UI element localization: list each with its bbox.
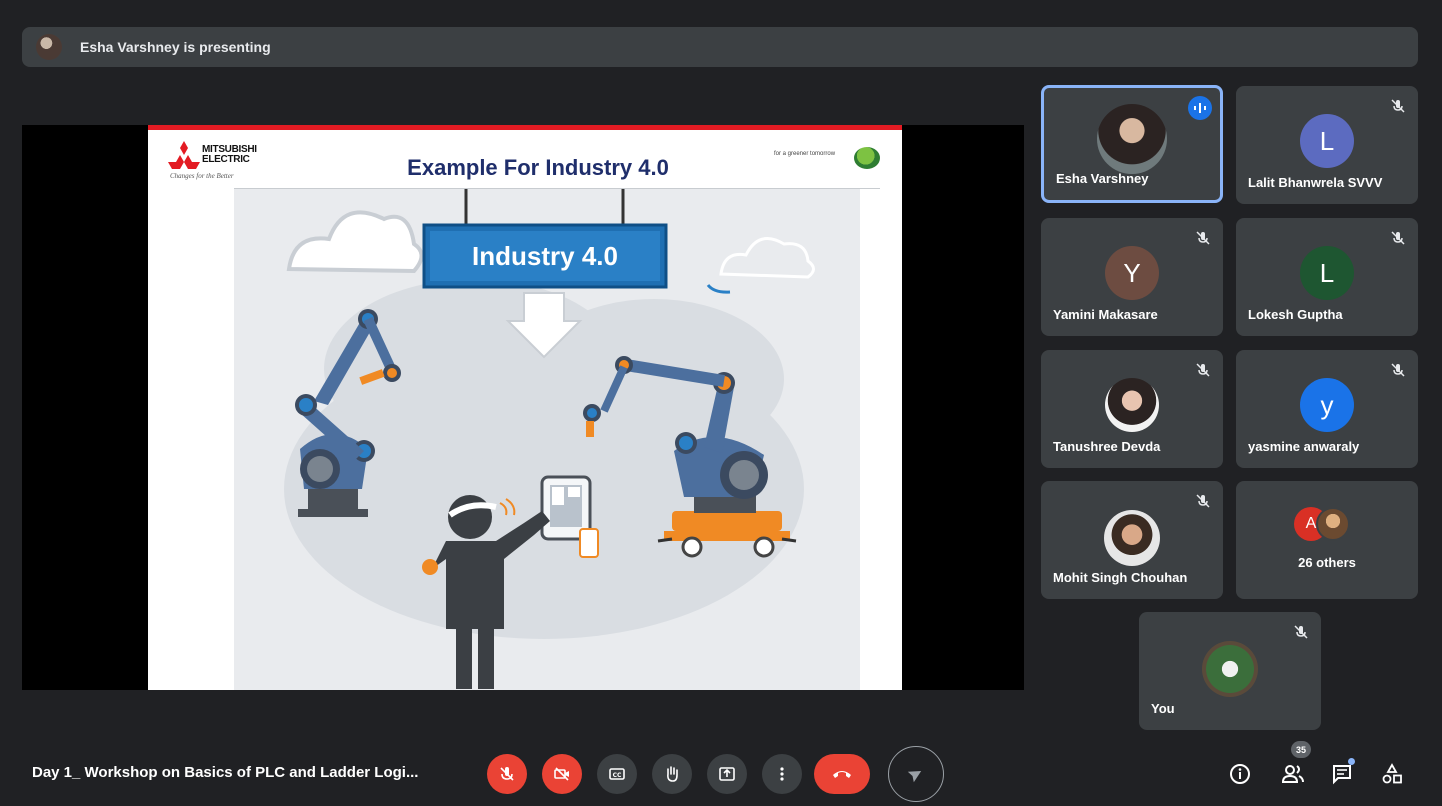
participant-tile-others[interactable]: A 26 others xyxy=(1236,481,1418,599)
send-icon xyxy=(907,771,922,783)
info-button[interactable] xyxy=(1226,760,1254,788)
mitsubishi-diamonds-icon xyxy=(168,141,200,169)
others-count-label: 26 others xyxy=(1298,555,1356,570)
industry-banner-label: Industry 4.0 xyxy=(472,241,618,271)
participant-name: Yamini Makasare xyxy=(1053,307,1158,322)
mic-off-icon xyxy=(1391,231,1405,245)
avatar xyxy=(1316,507,1350,541)
avatar xyxy=(1097,104,1167,174)
logo-text-line2: ELECTRIC xyxy=(202,154,250,165)
bottom-control-bar: Day 1_ Workshop on Basics of PLC and Lad… xyxy=(0,740,1442,806)
chat-notification-dot xyxy=(1348,758,1355,765)
participant-count-badge: 35 xyxy=(1291,741,1311,758)
avatar: y xyxy=(1300,378,1354,432)
participant-tile-esha-varshney[interactable]: Esha Varshney xyxy=(1041,85,1223,203)
participant-tile-yasmine-anwaraly[interactable]: y yasmine anwaraly xyxy=(1236,350,1418,468)
more-vert-icon xyxy=(780,767,784,781)
eco-badge-icon xyxy=(854,147,880,169)
phone-hangup-icon xyxy=(833,771,851,778)
slide-title: Example For Industry 4.0 xyxy=(407,155,669,180)
hangup-button[interactable] xyxy=(814,754,870,794)
greener-tagline: for a greener tomorrow xyxy=(774,151,836,157)
captions-icon: CC xyxy=(609,768,625,780)
avatar xyxy=(1105,378,1159,432)
present-icon xyxy=(719,767,735,781)
activities-button[interactable] xyxy=(1378,760,1406,788)
send-button[interactable] xyxy=(888,746,944,802)
avatar: L xyxy=(1300,246,1354,300)
mic-off-icon xyxy=(1294,625,1308,639)
mic-off-icon xyxy=(1391,99,1405,113)
avatar xyxy=(1104,510,1160,566)
logo-tagline: Changes for the Better xyxy=(170,172,234,180)
participant-name: Lalit Bhanwrela SVVV xyxy=(1248,175,1383,190)
presentation-slide: MITSUBISHI ELECTRIC Changes for the Bett… xyxy=(148,125,902,690)
raise-hand-button[interactable] xyxy=(652,754,692,794)
industry-illustration: Industry 4.0 xyxy=(234,189,860,690)
mic-off-icon xyxy=(1196,363,1210,377)
participant-name: yasmine anwaraly xyxy=(1248,439,1360,454)
mic-off-icon xyxy=(1391,363,1405,377)
mic-off-icon xyxy=(1196,494,1210,508)
participant-name: Mohit Singh Chouhan xyxy=(1053,570,1188,585)
mic-off-icon xyxy=(1196,231,1210,245)
participant-tile-tanushree-devda[interactable]: Tanushree Devda xyxy=(1041,350,1223,468)
presenting-text: Esha Varshney is presenting xyxy=(80,39,271,55)
participant-name: Esha Varshney xyxy=(1056,171,1149,186)
captions-button[interactable]: CC xyxy=(597,754,637,794)
present-button[interactable] xyxy=(707,754,747,794)
info-icon xyxy=(1230,764,1250,784)
others-avatar-stack: A xyxy=(1294,507,1366,541)
people-icon xyxy=(1281,765,1304,783)
mitsubishi-logo: MITSUBISHI ELECTRIC Changes for the Bett… xyxy=(168,139,278,183)
hand-icon xyxy=(667,766,678,782)
avatar: Y xyxy=(1105,246,1159,300)
camera-off-button[interactable] xyxy=(542,754,582,794)
speaking-indicator-icon xyxy=(1188,96,1212,120)
mic-off-button[interactable] xyxy=(487,754,527,794)
camera-off-icon xyxy=(554,767,569,781)
presentation-stage[interactable]: MITSUBISHI ELECTRIC Changes for the Bett… xyxy=(22,125,1024,690)
presenter-avatar xyxy=(36,34,62,60)
participant-name: Tanushree Devda xyxy=(1053,439,1161,454)
chat-icon xyxy=(1333,765,1351,785)
participant-tile-lokesh-guptha[interactable]: L Lokesh Guptha xyxy=(1236,218,1418,336)
activities-icon xyxy=(1382,763,1402,784)
avatar xyxy=(1202,641,1258,697)
people-button[interactable] xyxy=(1279,760,1307,788)
meeting-title[interactable]: Day 1_ Workshop on Basics of PLC and Lad… xyxy=(32,764,418,781)
avatar: L xyxy=(1300,114,1354,168)
participant-name: Lokesh Guptha xyxy=(1248,307,1343,322)
participant-tile-yamini-makasare[interactable]: Y Yamini Makasare xyxy=(1041,218,1223,336)
more-options-button[interactable] xyxy=(762,754,802,794)
participant-name: You xyxy=(1151,701,1175,716)
svg-text:CC: CC xyxy=(613,772,622,779)
participant-tile-lalit-bhanwrela[interactable]: L Lalit Bhanwrela SVVV xyxy=(1236,86,1418,204)
mic-off-icon xyxy=(500,767,514,781)
participant-tile-you[interactable]: You xyxy=(1139,612,1321,730)
presenting-banner: Esha Varshney is presenting xyxy=(22,27,1418,67)
slide-top-stripe xyxy=(148,125,902,130)
participant-tile-mohit-singh-chouhan[interactable]: Mohit Singh Chouhan xyxy=(1041,481,1223,599)
